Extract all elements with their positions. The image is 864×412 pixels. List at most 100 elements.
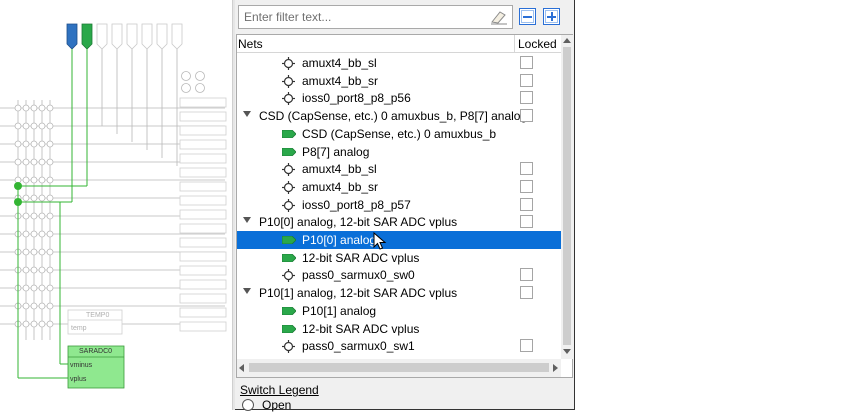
schematic-shape	[179, 139, 227, 150]
locked-checkbox[interactable]	[520, 91, 533, 105]
tree-row[interactable]: CSD (CapSense, etc.) 0 amuxbus_b	[237, 125, 561, 143]
tree-row[interactable]: ioss0_port8_p8_p57	[237, 196, 561, 214]
schematic-shape	[22, 140, 30, 148]
tree-group-row[interactable]: P10[1] analog, 12-bit SAR ADC vplus	[237, 284, 561, 302]
nets-tree[interactable]: Nets Locked amuxt4_bb_sl amuxt4_bb_sr ioss…	[236, 34, 573, 378]
tree-row-label: CSD (CapSense, etc.) 0 amuxbus_b	[302, 126, 497, 141]
locked-checkbox[interactable]	[520, 339, 533, 353]
pin-icon	[282, 324, 296, 333]
tree-row[interactable]: amuxt4_bb_sr	[237, 72, 561, 90]
terminal-icon	[282, 340, 295, 354]
schematic-shape	[30, 284, 38, 292]
schematic-shape	[22, 212, 30, 220]
temp-block-title: TEMP0	[86, 312, 110, 319]
nets-panel: Nets Locked amuxt4_bb_slamuxt4_bb_srioss…	[235, 0, 575, 412]
scroll-right-icon[interactable]	[553, 364, 558, 372]
expand-all-button[interactable]	[543, 8, 560, 25]
pin-icon	[282, 236, 296, 244]
terminal-icon	[282, 198, 295, 212]
locked-checkbox[interactable]	[520, 162, 533, 176]
column-header-locked[interactable]: Locked	[515, 35, 561, 53]
clear-filter-button[interactable]	[489, 8, 509, 26]
schematic-shape	[14, 122, 22, 130]
schematic-shape	[22, 230, 30, 238]
schematic-shape	[96, 23, 108, 50]
tree-row[interactable]: amuxt4_bb_sl	[237, 54, 561, 72]
column-header-nets[interactable]: Nets	[237, 35, 515, 53]
schematic-shape	[30, 230, 38, 238]
horizontal-scroll-thumb[interactable]	[249, 363, 549, 372]
locked-checkbox[interactable]	[520, 197, 533, 211]
schematic-shape	[179, 209, 227, 220]
schematic-shape	[46, 230, 54, 238]
schematic-shape	[179, 167, 227, 178]
terminal-icon	[282, 163, 295, 177]
tree-row[interactable]: P10[0] analog	[237, 231, 561, 249]
locked-checkbox[interactable]	[520, 268, 533, 282]
schematic-shape	[38, 266, 46, 274]
tree-row[interactable]: pass0_sarmux0_sw1	[237, 337, 561, 355]
tree-group-row[interactable]: CSD (CapSense, etc.) 0 amuxbus_b, P8[7] …	[237, 107, 561, 125]
schematic-shape	[46, 266, 54, 274]
schematic-view[interactable]: TEMP0 temp SARADC0 vminus vplus	[0, 0, 232, 410]
tree-row[interactable]: amuxt4_bb_sr	[237, 178, 561, 196]
tree-row[interactable]: amuxt4_bb_sl	[237, 160, 561, 178]
schematic-shape	[179, 97, 227, 108]
tree-row-label: ioss0_port8_p8_p56	[302, 91, 411, 106]
tree-row[interactable]: 12-bit SAR ADC vplus	[237, 249, 561, 267]
tree-row-label: P10[0] analog, 12-bit SAR ADC vplus	[259, 215, 458, 230]
locked-checkbox[interactable]	[520, 109, 533, 123]
tree-row[interactable]: 12-bit SAR ADC vplus	[237, 320, 561, 338]
collapse-all-button[interactable]	[519, 8, 536, 25]
tree-row[interactable]: P10[1] analog	[237, 302, 561, 320]
tree-row[interactable]: P8[7] analog	[237, 143, 561, 161]
tree-group-row[interactable]: P10[0] analog, 12-bit SAR ADC vplus	[237, 213, 561, 231]
schematic-shape	[179, 125, 227, 136]
pin-icon	[282, 129, 296, 138]
expand-arrow-icon[interactable]	[243, 111, 251, 118]
schematic-shape	[38, 320, 46, 328]
tree-row-label: P10[1] analog	[302, 303, 377, 318]
vertical-scrollbar[interactable]	[561, 35, 573, 359]
schematic-shape	[14, 104, 22, 112]
schematic-shape	[30, 176, 38, 184]
expand-arrow-icon[interactable]	[243, 288, 251, 295]
locked-checkbox[interactable]	[520, 179, 533, 193]
schematic-shape	[14, 182, 22, 190]
schematic-shape	[46, 212, 54, 220]
tree-row[interactable]: ioss0_port8_p8_p56	[237, 89, 561, 107]
schematic-shape	[179, 181, 227, 192]
locked-checkbox[interactable]	[520, 215, 533, 229]
pin-icon	[282, 147, 296, 156]
schematic-shape	[22, 284, 30, 292]
schematic-shape	[81, 23, 93, 50]
schematic-shape	[22, 266, 30, 274]
terminal-icon	[282, 180, 295, 194]
schematic-shape	[46, 302, 54, 310]
scroll-left-icon[interactable]	[239, 364, 244, 372]
schematic-shape	[22, 302, 30, 310]
terminal-icon	[282, 269, 295, 283]
schematic-shape	[179, 237, 227, 248]
schematic-shape	[156, 23, 168, 50]
tree-row[interactable]: pass0_sarmux0_sw0	[237, 266, 561, 284]
locked-checkbox[interactable]	[520, 56, 533, 69]
tree-row-label: amuxt4_bb_sl	[302, 56, 377, 70]
sar-block-title: SARADC0	[79, 348, 113, 355]
horizontal-scrollbar[interactable]	[237, 359, 561, 377]
schematic-shape	[46, 140, 54, 148]
vertical-scroll-thumb[interactable]	[563, 47, 571, 345]
scroll-down-icon[interactable]	[563, 349, 571, 354]
expand-arrow-icon[interactable]	[243, 217, 251, 224]
schematic-shape	[46, 158, 54, 166]
locked-checkbox[interactable]	[520, 286, 533, 300]
locked-checkbox[interactable]	[520, 73, 533, 87]
routing-schematic	[0, 23, 227, 389]
switch-legend-link[interactable]: Switch Legend	[240, 383, 319, 397]
schematic-shape	[38, 284, 46, 292]
schematic-shape	[30, 302, 38, 310]
scroll-up-icon[interactable]	[563, 38, 571, 43]
filter-input[interactable]	[238, 5, 513, 29]
pin-icon	[282, 253, 296, 262]
open-radio[interactable]	[242, 399, 254, 411]
